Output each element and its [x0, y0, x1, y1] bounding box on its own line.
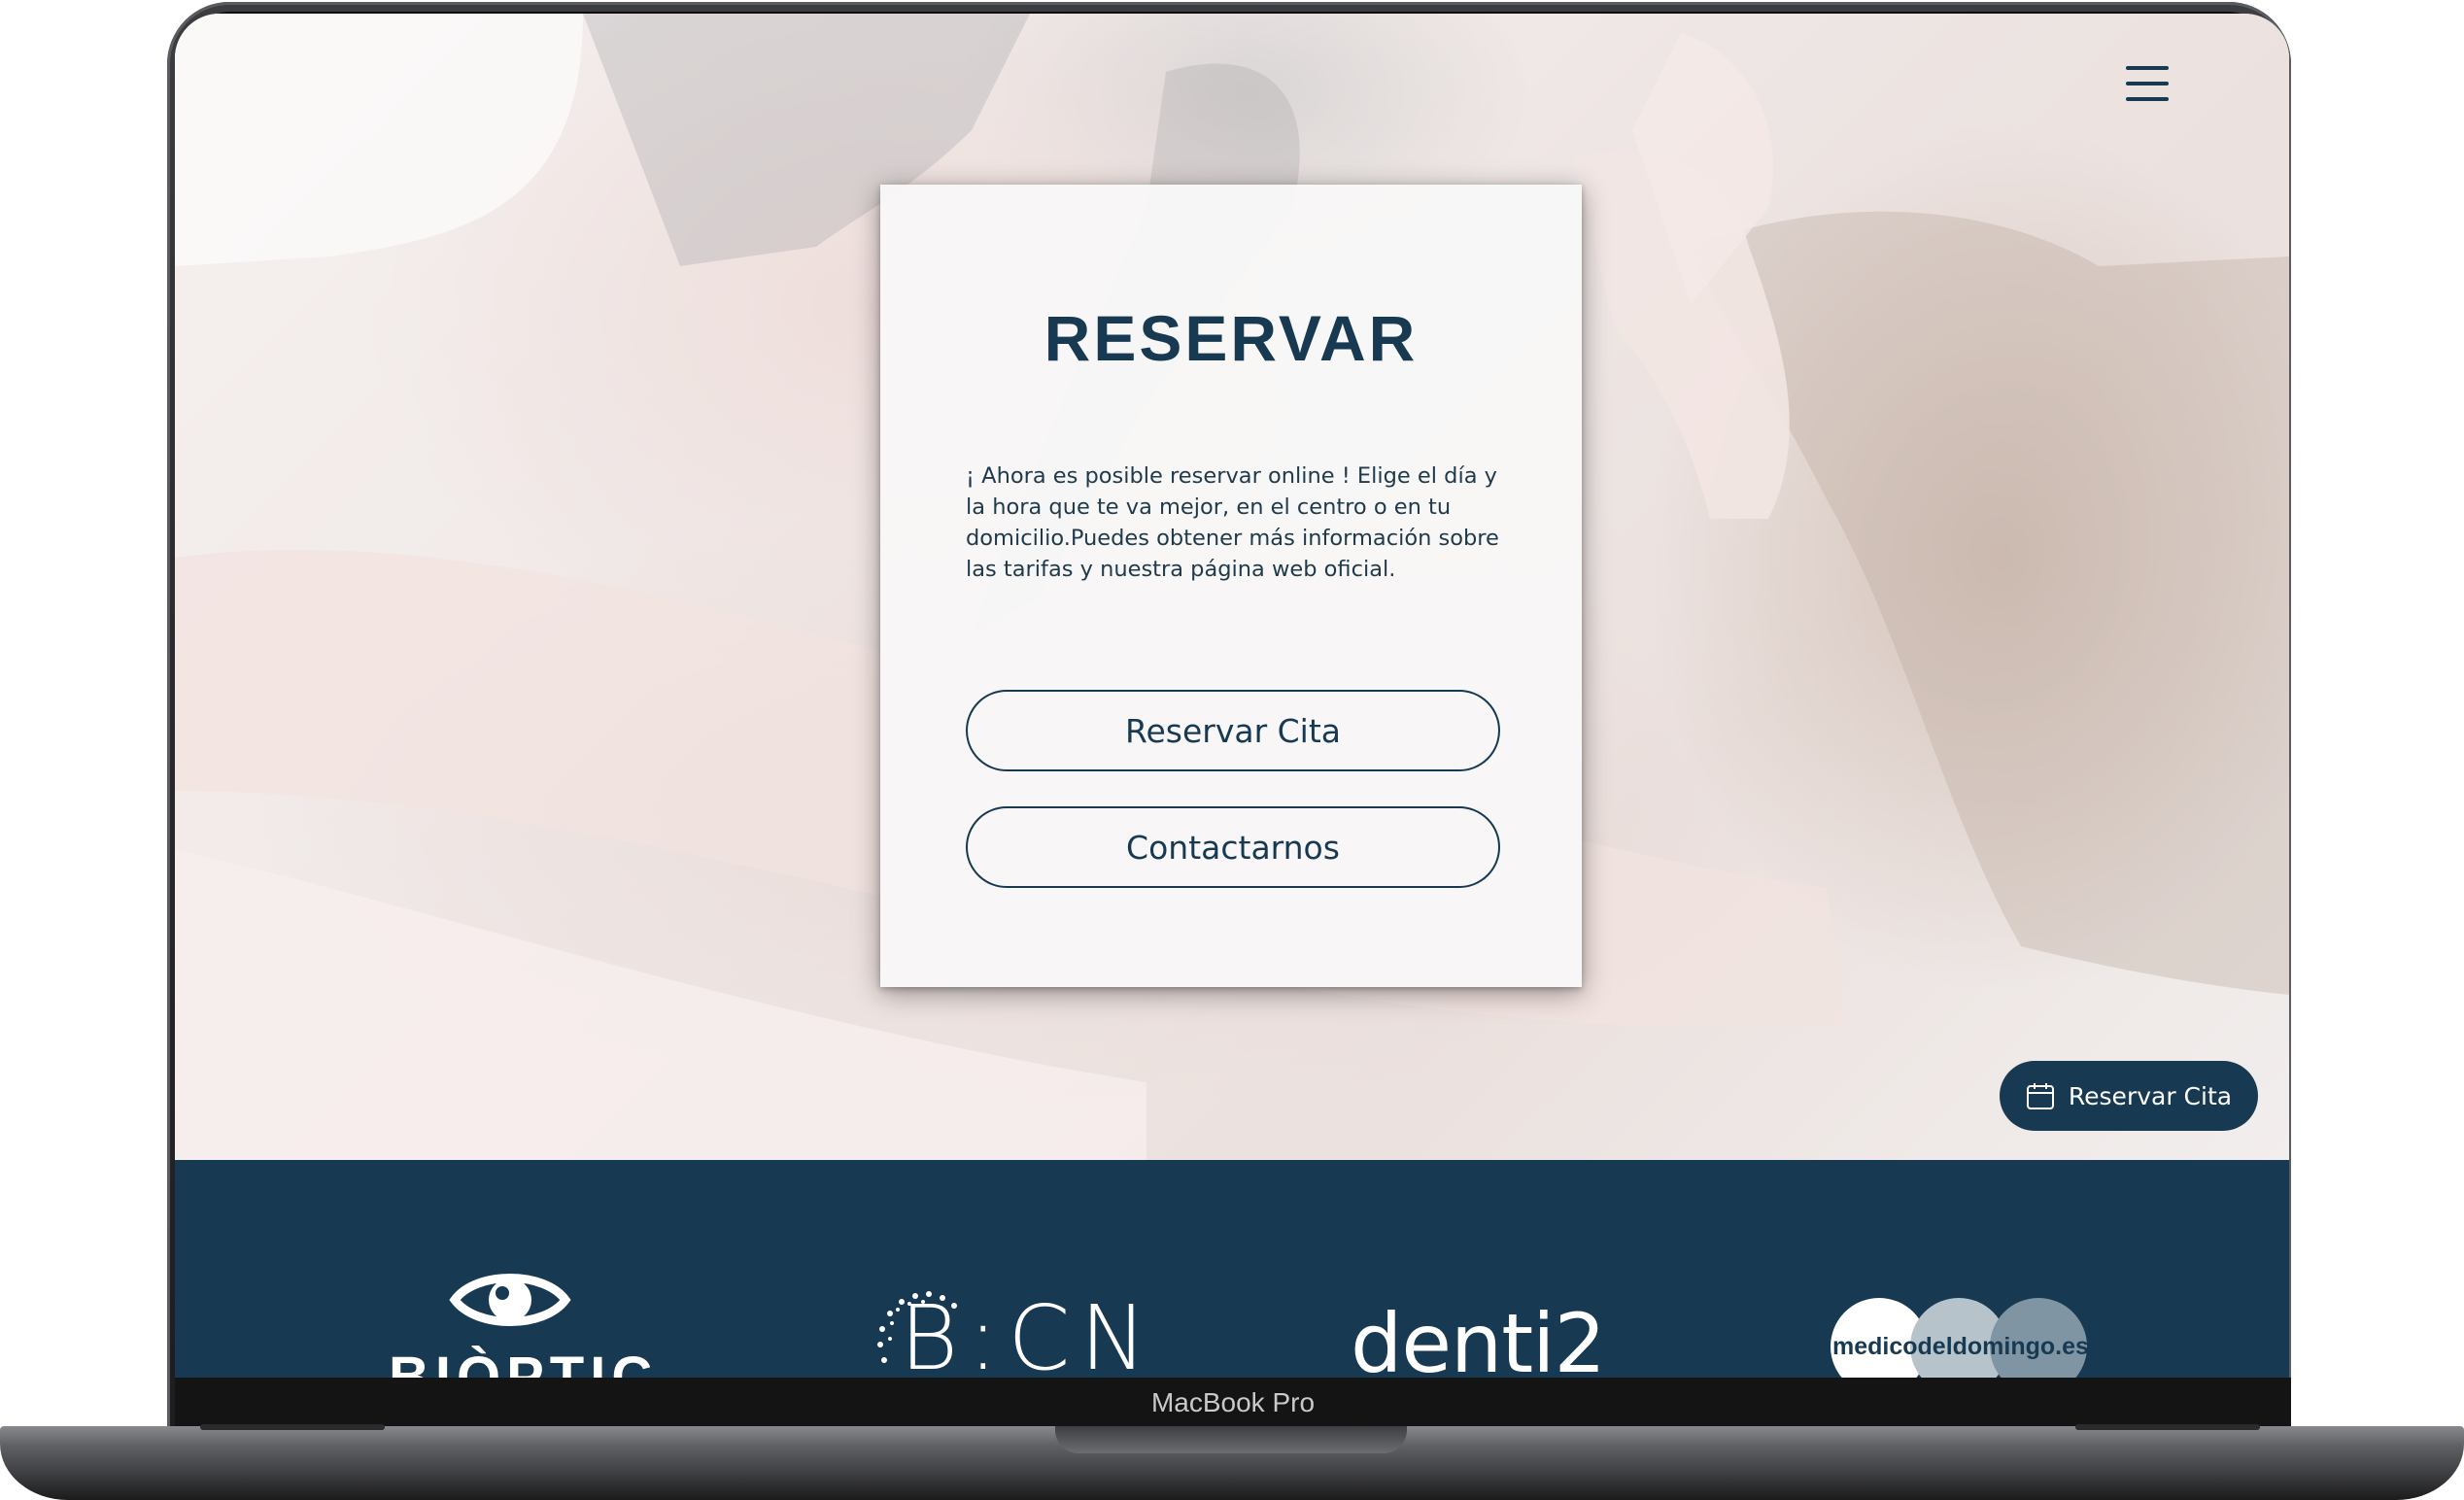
- partner-name: B:CN: [900, 1286, 1157, 1378]
- booking-card: RESERVAR ¡ Ahora es posible reservar onl…: [880, 185, 1582, 987]
- page-title: RESERVAR: [1044, 302, 1419, 374]
- partner-name: BIÒPTIC: [389, 1346, 659, 1378]
- hero-section: RESERVAR ¡ Ahora es posible reservar onl…: [175, 14, 2289, 1160]
- partner-name: denti2: [1351, 1296, 1606, 1378]
- partner-logo-medicodeldomingo[interactable]: medicodeldomingo.es: [1831, 1298, 2112, 1378]
- laptop-hinge-notch: [1055, 1426, 1407, 1453]
- device-label: MacBook Pro: [1150, 1387, 1316, 1417]
- eye-icon: [449, 1274, 571, 1326]
- laptop-base-detail: [200, 1424, 385, 1430]
- contact-button[interactable]: Contactarnos: [966, 806, 1500, 888]
- partner-name: medicodeldomingo.es: [1832, 1333, 2089, 1360]
- floating-book-button[interactable]: Reservar Cita: [2000, 1061, 2258, 1131]
- book-appointment-button[interactable]: Reservar Cita: [966, 690, 1500, 771]
- partner-logo-bcn[interactable]: B:CN: [871, 1284, 1146, 1378]
- laptop-chin: MacBook Pro: [175, 1378, 2291, 1426]
- calendar-icon: [2026, 1083, 2054, 1109]
- booking-description: ¡ Ahora es posible reservar online ! Eli…: [966, 463, 1499, 582]
- partner-logo-denti2[interactable]: denti2: [1351, 1296, 1613, 1378]
- screen: RESERVAR ¡ Ahora es posible reservar onl…: [175, 14, 2289, 1378]
- hamburger-menu-icon[interactable]: [2120, 62, 2174, 105]
- laptop-base-detail: [2075, 1424, 2260, 1430]
- partner-logo-bioptic[interactable]: BIÒPTIC: [389, 1255, 659, 1378]
- floating-book-label: Reservar Cita: [2068, 1081, 2233, 1110]
- partners-strip: BIÒPTIC B:CN denti2 medicodeldomingo.es: [175, 1160, 2289, 1378]
